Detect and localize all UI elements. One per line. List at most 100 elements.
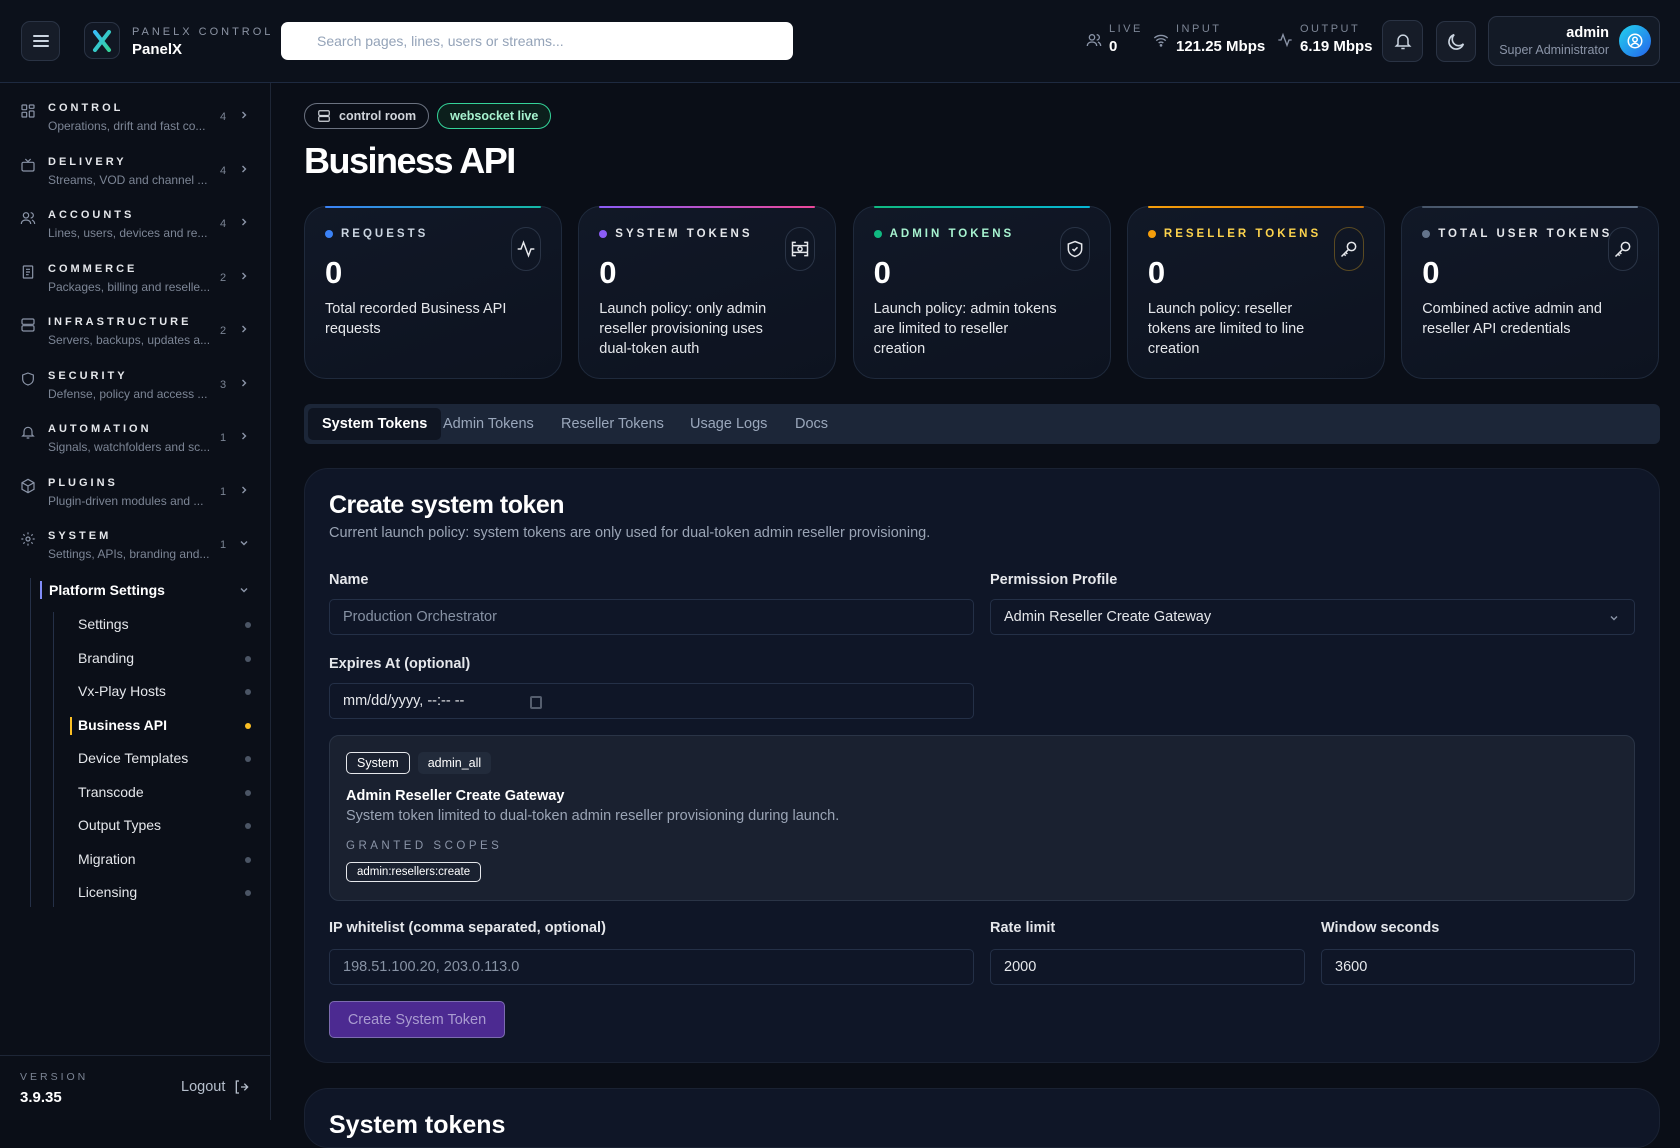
- sidebar-section-plugins[interactable]: PLUGINS Plugin-driven modules and ... 1: [0, 472, 271, 522]
- search-input[interactable]: [281, 22, 793, 60]
- chevron-right-icon: [238, 109, 250, 121]
- section-count: 1: [220, 539, 227, 551]
- rate-limit-label: Rate limit: [990, 920, 1056, 936]
- menu-button[interactable]: [21, 21, 60, 61]
- tab-reseller-tokens[interactable]: Reseller Tokens: [547, 408, 678, 440]
- sidebar-section-accounts[interactable]: ACCOUNTS Lines, users, devices and re...…: [0, 204, 271, 254]
- card-label: ADMIN TOKENS: [889, 228, 1015, 240]
- user-circle-icon: [1627, 33, 1643, 49]
- sidebar-section-delivery[interactable]: DELIVERY Streams, VOD and channel ... 4: [0, 151, 271, 201]
- chevron-right-icon: [238, 484, 250, 496]
- expires-input[interactable]: mm/dd/yyyy, --:-- --: [329, 683, 974, 719]
- subtree-line: [53, 612, 54, 907]
- logo: [84, 22, 120, 59]
- section-desc: Packages, billing and reselle...: [48, 279, 211, 294]
- stat-card-reseller-tokens: RESELLER TOKENS 0 Launch policy: reselle…: [1126, 206, 1385, 379]
- name-label: Name: [329, 572, 369, 588]
- status-dot: [245, 890, 251, 896]
- tab-bar: System Tokens Admin Tokens Reseller Tokens…: [304, 404, 1660, 444]
- logout-label: Logout: [181, 1079, 226, 1095]
- section-desc: Signals, watchfolders and sc...: [48, 440, 211, 454]
- group-indicator: [40, 581, 42, 599]
- system-token-icon: [792, 241, 809, 257]
- version-label: VERSION: [20, 1071, 89, 1083]
- ip-whitelist-input[interactable]: 198.51.100.20, 203.0.113.0: [329, 949, 974, 985]
- window-seconds-input[interactable]: 3600: [1321, 949, 1635, 985]
- rate-limit-input[interactable]: 2000: [990, 949, 1305, 985]
- sidebar-item-label: Business API: [78, 716, 167, 733]
- section-label: COMMERCE: [48, 262, 138, 275]
- notifications-button[interactable]: [1382, 20, 1423, 62]
- stat-card-requests: REQUESTS 0 Total recorded Business API r…: [304, 206, 562, 379]
- tv-icon: [21, 158, 35, 172]
- gear-icon: [21, 532, 35, 546]
- name-input[interactable]: Production Orchestrator: [329, 599, 974, 635]
- wifi-icon: [1153, 32, 1169, 48]
- status-dot: [873, 230, 882, 238]
- card-value: 0: [873, 255, 891, 290]
- section-desc: Lines, users, devices and re...: [48, 226, 208, 240]
- top-header: PANELX CONTROL PanelX LIVE0 INPUT121.25 …: [0, 0, 1680, 83]
- permission-profile-select[interactable]: Admin Reseller Create Gateway: [990, 599, 1635, 635]
- section-label: INFRASTRUCTURE: [48, 316, 192, 328]
- sidebar-section-infrastructure[interactable]: INFRASTRUCTURE Servers, backups, updates…: [0, 311, 271, 361]
- server-icon: [21, 318, 35, 332]
- tab-admin-tokens[interactable]: Admin Tokens: [429, 408, 548, 440]
- card-desc: Launch policy: only admin reseller provi…: [599, 301, 767, 357]
- chevron-right-icon: [238, 270, 250, 282]
- scope-badge: admin:resellers:create: [346, 862, 482, 882]
- sidebar-section-control[interactable]: CONTROL Operations, drift and fast co...…: [0, 97, 271, 147]
- shield-icon: [22, 371, 34, 386]
- package-icon: [21, 478, 35, 493]
- logo-x-icon: [93, 29, 111, 52]
- calendar-icon[interactable]: [530, 695, 542, 709]
- section-desc: Servers, backups, updates a...: [48, 333, 211, 347]
- group-platform-settings[interactable]: Platform Settings: [49, 582, 165, 598]
- page-pills: control room websocket live: [304, 103, 552, 129]
- sidebar-section-automation[interactable]: AUTOMATION Signals, watchfolders and sc.…: [0, 418, 271, 468]
- user-menu[interactable]: admin Super Administrator: [1488, 16, 1660, 66]
- section-label: SECURITY: [48, 369, 128, 382]
- section-label: ACCOUNTS: [48, 209, 135, 221]
- user-role: Super Administrator: [1499, 43, 1609, 57]
- chevron-right-icon: [238, 377, 250, 389]
- sidebar-item-label: Migration: [78, 850, 136, 867]
- section-count: 2: [220, 271, 227, 284]
- chevron-right-icon: [238, 163, 250, 175]
- card-value: 0: [325, 255, 343, 290]
- server-icon: [318, 110, 330, 122]
- section-count: 4: [220, 164, 227, 177]
- tab-docs[interactable]: Docs: [781, 408, 842, 440]
- pill-control-room: control room: [304, 103, 430, 129]
- theme-toggle-button[interactable]: [1436, 21, 1476, 62]
- tab-usage-logs[interactable]: Usage Logs: [676, 408, 781, 440]
- section-label: SYSTEM: [48, 530, 112, 542]
- sidebar-section-commerce[interactable]: COMMERCE Packages, billing and reselle..…: [0, 258, 271, 308]
- sidebar-item-label: Vx-Play Hosts: [78, 683, 166, 699]
- tab-system-tokens[interactable]: System Tokens: [308, 408, 442, 440]
- create-system-token-button[interactable]: Create System Token: [329, 1001, 505, 1038]
- section-label: DELIVERY: [48, 155, 127, 168]
- moon-icon: [1448, 33, 1465, 50]
- status-dot: [245, 756, 251, 762]
- card-desc: Launch policy: reseller tokens are limit…: [1147, 301, 1305, 357]
- window-seconds-label: Window seconds: [1321, 920, 1440, 936]
- profile-title: Admin Reseller Create Gateway: [346, 788, 565, 804]
- section-desc: Streams, VOD and channel ...: [48, 172, 208, 187]
- section-label: AUTOMATION: [48, 423, 152, 435]
- card-desc: Combined active admin and reseller API c…: [1422, 301, 1602, 337]
- activity-icon: [1277, 32, 1293, 48]
- stat-output: OUTPUT 6.19 Mbps: [1300, 23, 1373, 55]
- card-value: 0: [599, 255, 617, 290]
- section-count: 3: [220, 378, 227, 391]
- create-token-card: Create system token Current launch polic…: [304, 468, 1660, 1063]
- section-desc: Operations, drift and fast co...: [48, 119, 206, 133]
- sidebar-section-security[interactable]: SECURITY Defense, policy and access ... …: [0, 365, 271, 415]
- sidebar: CONTROL Operations, drift and fast co...…: [0, 83, 271, 1120]
- sidebar-section-system[interactable]: SYSTEM Settings, APIs, branding and... 1: [0, 525, 271, 575]
- chevron-down-icon: [1610, 616, 1618, 621]
- section-title: System tokens: [329, 1111, 506, 1139]
- sidebar-item-label: Transcode: [78, 783, 144, 800]
- ip-whitelist-label: IP whitelist (comma separated, optional): [329, 920, 606, 936]
- logout-button[interactable]: Logout: [181, 1079, 249, 1095]
